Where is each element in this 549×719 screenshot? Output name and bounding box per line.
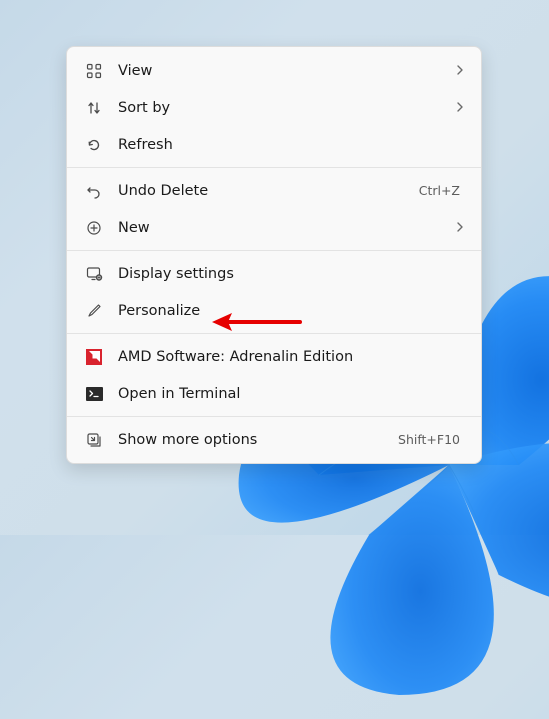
menu-separator — [67, 416, 481, 417]
menu-item-display-settings[interactable]: Display settings — [72, 255, 476, 292]
menu-item-personalize[interactable]: Personalize — [72, 292, 476, 329]
view-icon — [84, 61, 104, 81]
menu-label: Display settings — [118, 266, 464, 282]
chevron-right-icon — [456, 101, 464, 115]
display-icon — [84, 264, 104, 284]
menu-label: New — [118, 220, 450, 236]
undo-icon — [84, 181, 104, 201]
menu-label: Open in Terminal — [118, 386, 464, 402]
menu-item-undo-delete[interactable]: Undo Delete Ctrl+Z — [72, 172, 476, 209]
desktop-context-menu: View Sort by Refresh — [66, 46, 482, 464]
menu-item-view[interactable]: View — [72, 52, 476, 89]
amd-icon — [84, 347, 104, 367]
menu-separator — [67, 167, 481, 168]
menu-item-open-terminal[interactable]: Open in Terminal — [72, 375, 476, 412]
menu-separator — [67, 333, 481, 334]
terminal-icon — [84, 384, 104, 404]
menu-label: Show more options — [118, 432, 398, 448]
menu-label: AMD Software: Adrenalin Edition — [118, 349, 464, 365]
chevron-right-icon — [456, 64, 464, 78]
menu-label: Personalize — [118, 303, 464, 319]
menu-item-show-more-options[interactable]: Show more options Shift+F10 — [72, 421, 476, 458]
menu-shortcut: Ctrl+Z — [419, 183, 460, 198]
menu-item-amd-software[interactable]: AMD Software: Adrenalin Edition — [72, 338, 476, 375]
menu-label: Sort by — [118, 100, 450, 116]
menu-label: Undo Delete — [118, 183, 419, 199]
menu-item-new[interactable]: New — [72, 209, 476, 246]
menu-label: Refresh — [118, 137, 464, 153]
menu-label: View — [118, 63, 450, 79]
menu-separator — [67, 250, 481, 251]
show-more-icon — [84, 430, 104, 450]
refresh-icon — [84, 135, 104, 155]
chevron-right-icon — [456, 221, 464, 235]
menu-item-sort-by[interactable]: Sort by — [72, 89, 476, 126]
sort-icon — [84, 98, 104, 118]
menu-item-refresh[interactable]: Refresh — [72, 126, 476, 163]
menu-shortcut: Shift+F10 — [398, 432, 460, 447]
personalize-icon — [84, 301, 104, 321]
new-icon — [84, 218, 104, 238]
